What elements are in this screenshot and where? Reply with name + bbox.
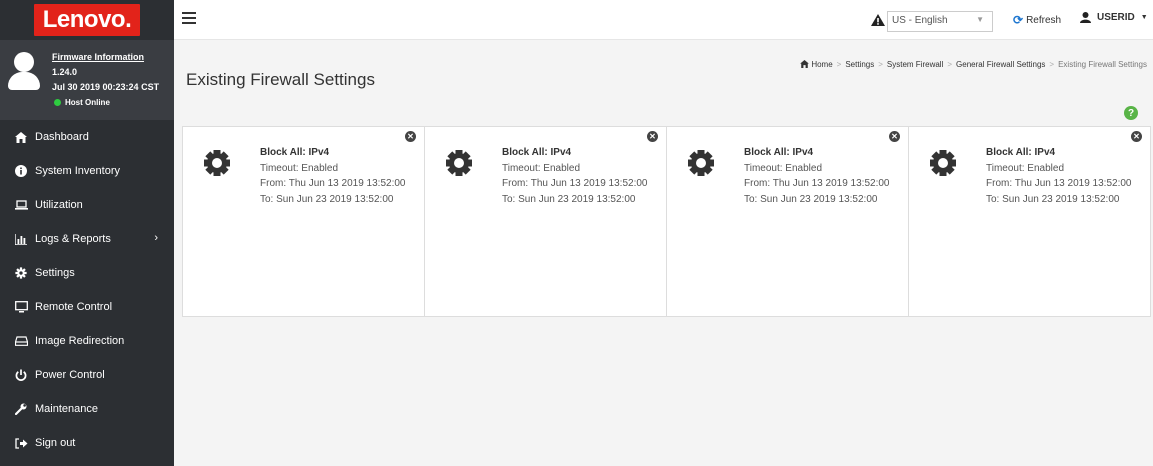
delete-rule-icon[interactable]: ✕ — [889, 131, 900, 142]
refresh-label: Refresh — [1026, 14, 1062, 26]
rule-from: From: Thu Jun 13 2019 13:52:00 — [502, 178, 648, 189]
breadcrumb-system-firewall[interactable]: System Firewall — [887, 60, 943, 69]
sidebar-item-label: System Inventory — [35, 165, 120, 177]
delete-rule-icon[interactable]: ✕ — [1131, 131, 1142, 142]
bar-chart-icon — [14, 232, 28, 246]
rule-title: Block All: IPv4 — [986, 147, 1056, 158]
info-icon — [14, 164, 28, 178]
sidebar-item-label: Sign out — [35, 437, 76, 449]
logo-area: Lenovo. — [0, 0, 174, 40]
breadcrumb-general-firewall-settings[interactable]: General Firewall Settings — [956, 60, 1045, 69]
sidebar-item-image-redirection[interactable]: Image Redirection — [0, 324, 174, 358]
sidebar-item-sign-out[interactable]: Sign out — [0, 426, 174, 460]
rule-timeout: Timeout: Enabled — [260, 162, 339, 174]
user-name: USERID — [1097, 12, 1135, 23]
sidebar-item-power-control[interactable]: Power Control — [0, 358, 174, 392]
delete-rule-icon[interactable]: ✕ — [405, 131, 416, 142]
rule-title: Block All: IPv4 — [260, 147, 330, 158]
breadcrumb: Home > Settings > System Firewall > General Fi… — [800, 60, 1147, 69]
firewall-rule-card: ✕ Block All: IPv4 Timeout: Enabled From:… — [667, 127, 909, 316]
rule-details: Block All: IPv4 Timeout: Enabled From: T… — [744, 145, 889, 207]
caret-down-icon: ▼ — [1140, 14, 1148, 21]
rule-to: To: Sun Jun 23 2019 13:52:00 — [502, 193, 636, 205]
firewall-rule-card: ✕ Block All: IPv4 Timeout: Enabled From:… — [909, 127, 1150, 316]
rule-timeout: Timeout: Enabled — [986, 162, 1065, 174]
rule-to: To: Sun Jun 23 2019 13:52:00 — [744, 193, 878, 205]
gear-icon — [14, 266, 28, 280]
sidebar-item-settings[interactable]: Settings — [0, 256, 174, 290]
rule-from: From: Thu Jun 13 2019 13:52:00 — [260, 178, 406, 189]
sidebar: Lenovo. Firmware Information 1.24.0 Jul … — [0, 0, 174, 466]
user-icon — [1080, 12, 1091, 23]
rule-details: Block All: IPv4 Timeout: Enabled From: T… — [502, 145, 647, 207]
sidebar-item-label: Utilization — [35, 199, 83, 211]
drive-icon — [14, 334, 28, 348]
home-icon — [14, 130, 28, 144]
sidebar-item-remote-control[interactable]: Remote Control — [0, 290, 174, 324]
sidebar-item-system-inventory[interactable]: System Inventory — [0, 154, 174, 188]
sidebar-item-maintenance[interactable]: Maintenance — [0, 392, 174, 426]
firmware-panel: Firmware Information 1.24.0 Jul 30 2019 … — [0, 40, 174, 120]
user-avatar-icon — [8, 52, 40, 92]
gear-icon — [688, 150, 714, 176]
wrench-icon — [14, 402, 28, 416]
breadcrumb-current: Existing Firewall Settings — [1058, 60, 1147, 69]
sidebar-item-utilization[interactable]: Utilization — [0, 188, 174, 222]
language-select[interactable]: US - English ▼ — [887, 11, 993, 32]
breadcrumb-settings[interactable]: Settings — [845, 60, 874, 69]
sidebar-item-label: Settings — [35, 267, 75, 279]
rule-from: From: Thu Jun 13 2019 13:52:00 — [986, 178, 1132, 189]
firewall-rule-card: ✕ Block All: IPv4 Timeout: Enabled From:… — [183, 127, 425, 316]
page-title: Existing Firewall Settings — [186, 70, 375, 89]
firewall-rules-list: ✕ Block All: IPv4 Timeout: Enabled From:… — [182, 126, 1151, 317]
monitor-icon — [14, 300, 28, 314]
user-menu[interactable]: USERID ▼ — [1080, 12, 1148, 23]
sidebar-item-logs-reports[interactable]: Logs & Reports › — [0, 222, 174, 256]
sidebar-nav: Dashboard System Inventory Utilization L… — [0, 120, 174, 460]
sidebar-item-label: Logs & Reports — [35, 233, 111, 245]
firewall-rule-card: ✕ Block All: IPv4 Timeout: Enabled From:… — [425, 127, 667, 316]
dropdown-arrow-icon: ▼ — [976, 15, 984, 24]
gear-icon — [204, 150, 230, 176]
rule-details: Block All: IPv4 Timeout: Enabled From: T… — [260, 145, 405, 207]
sign-out-icon — [14, 436, 28, 450]
language-select-value: US - English — [892, 15, 948, 26]
home-icon — [800, 60, 811, 69]
hamburger-menu-icon[interactable] — [182, 12, 196, 24]
warning-icon[interactable] — [871, 13, 885, 26]
top-bar: US - English ▼ ⟳ Refresh USERID ▼ — [174, 0, 1153, 40]
firmware-information-link[interactable]: Firmware Information — [52, 50, 174, 65]
sidebar-item-label: Dashboard — [35, 131, 89, 143]
sidebar-item-dashboard[interactable]: Dashboard — [0, 120, 174, 154]
firmware-version: 1.24.0 — [52, 67, 78, 77]
status-dot-icon — [54, 99, 61, 106]
gear-icon — [446, 150, 472, 176]
sidebar-item-label: Image Redirection — [35, 335, 125, 347]
rule-timeout: Timeout: Enabled — [502, 162, 581, 174]
host-status: Host Online — [52, 95, 174, 110]
rule-details: Block All: IPv4 Timeout: Enabled From: T… — [986, 145, 1131, 207]
sidebar-item-label: Power Control — [35, 369, 105, 381]
chevron-right-icon: › — [154, 232, 158, 244]
refresh-icon: ⟳ — [1013, 13, 1024, 27]
rule-from: From: Thu Jun 13 2019 13:52:00 — [744, 178, 890, 189]
power-icon — [14, 368, 28, 382]
sidebar-item-label: Maintenance — [35, 403, 98, 415]
laptop-icon — [14, 198, 28, 212]
help-icon[interactable]: ? — [1124, 106, 1138, 120]
firmware-date: Jul 30 2019 00:23:24 CST — [52, 82, 160, 92]
host-status-label: Host Online — [65, 98, 110, 107]
rule-timeout: Timeout: Enabled — [744, 162, 823, 174]
refresh-button[interactable]: ⟳ Refresh — [1013, 13, 1061, 27]
rule-title: Block All: IPv4 — [502, 147, 572, 158]
breadcrumb-home[interactable]: Home — [811, 60, 832, 69]
delete-rule-icon[interactable]: ✕ — [647, 131, 658, 142]
sidebar-item-label: Remote Control — [35, 301, 113, 313]
gear-icon — [930, 150, 956, 176]
rule-to: To: Sun Jun 23 2019 13:52:00 — [986, 193, 1120, 205]
rule-to: To: Sun Jun 23 2019 13:52:00 — [260, 193, 394, 205]
lenovo-logo[interactable]: Lenovo. — [34, 4, 140, 36]
rule-title: Block All: IPv4 — [744, 147, 814, 158]
